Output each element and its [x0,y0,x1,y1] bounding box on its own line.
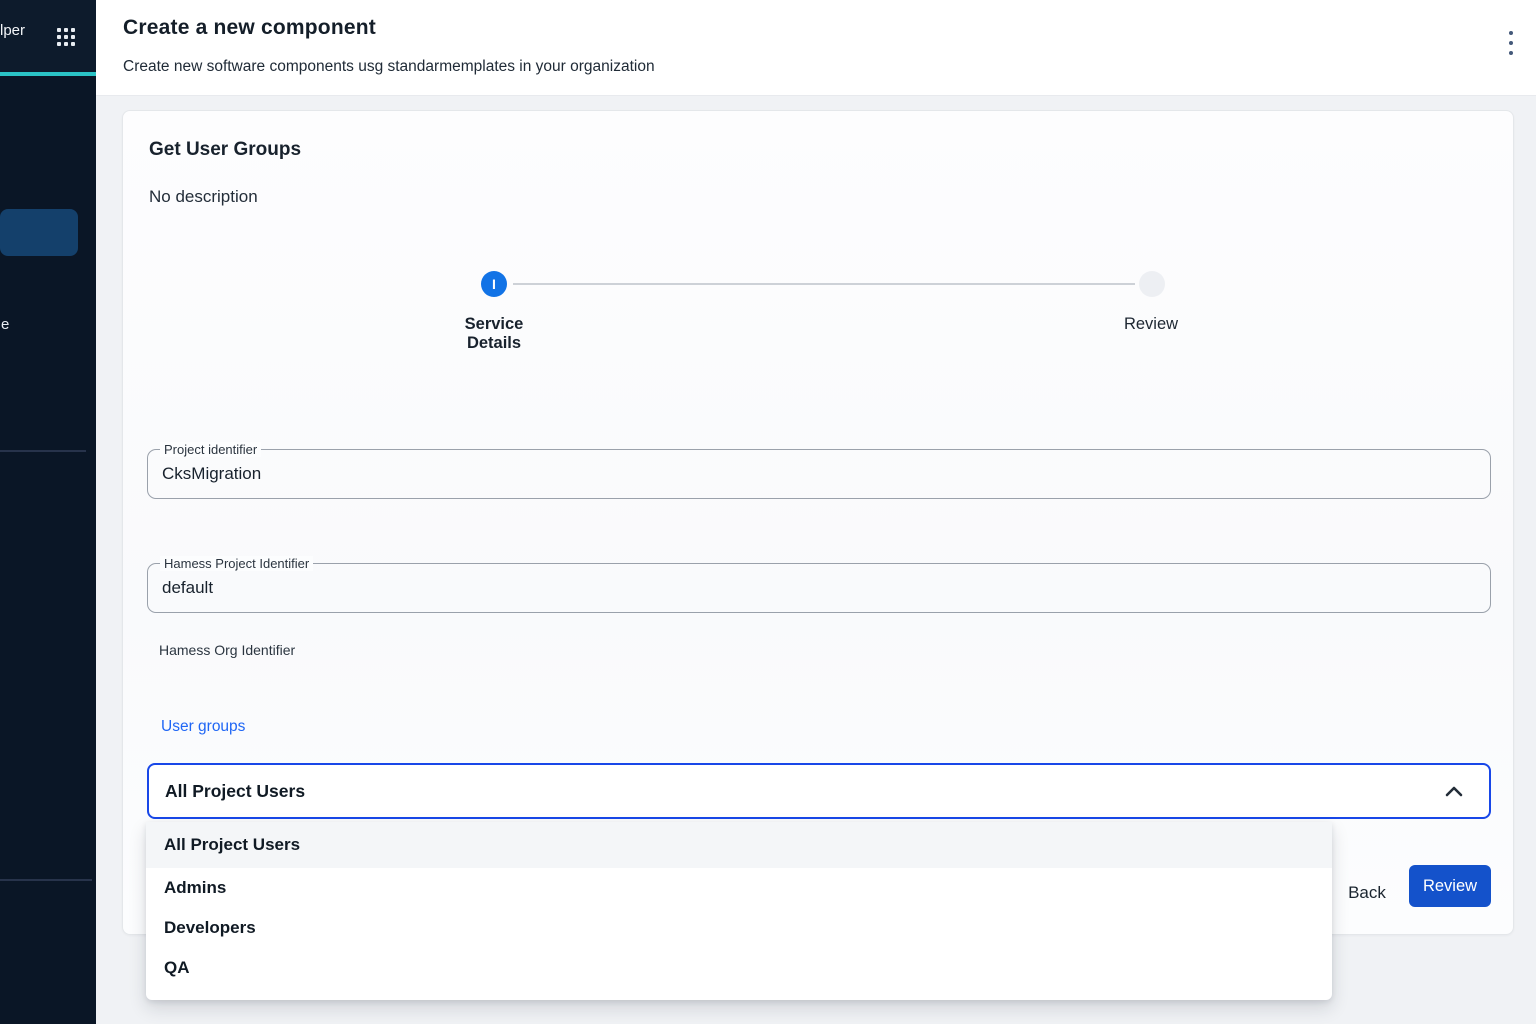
back-button[interactable]: Back [1332,873,1402,913]
user-groups-dropdown-menu: All Project Users Admins Developers QA [146,822,1332,1000]
dropdown-option-all-project-users[interactable]: All Project Users [146,822,1332,868]
sidebar-active-item[interactable] [0,209,78,256]
review-button[interactable]: Review [1409,865,1491,907]
user-groups-select[interactable]: All Project Users [147,763,1491,819]
kebab-vertical-icon[interactable] [1508,31,1514,55]
sidebar-divider [0,879,92,881]
hamess-org-identifier-label: Hamess Org Identifier [159,642,295,658]
dropdown-option-admins[interactable]: Admins [146,868,1332,908]
project-identifier-input[interactable] [162,450,1262,498]
sidebar-divider [0,450,86,452]
step-number: I [492,276,496,292]
sidebar: lper e [0,0,96,1024]
stepper-connector [513,283,1135,285]
page-title: Create a new component [123,16,376,40]
sidebar-accent-bar [0,72,96,76]
apps-grid-icon[interactable] [57,28,75,46]
user-groups-link[interactable]: User groups [161,718,245,736]
stepper-label-review: Review [1096,315,1206,334]
page-subtitle: Create new software components usg stand… [123,58,655,76]
sidebar-brand-text: lper [0,22,25,39]
project-identifier-field: Project identifier [147,449,1491,499]
stepper-step-review[interactable] [1139,271,1165,297]
card-description: No description [149,187,258,207]
card-title: Get User Groups [149,139,301,161]
dropdown-option-developers[interactable]: Developers [146,908,1332,948]
page-header: Create a new component Create new softwa… [96,0,1536,96]
user-groups-select-value: All Project Users [165,781,305,802]
dropdown-option-qa[interactable]: QA [146,948,1332,988]
hamess-project-identifier-field: Hamess Project Identifier [147,563,1491,613]
chevron-up-icon [1445,785,1463,797]
sidebar-header: lper [0,0,96,72]
create-component-card: Get User Groups No description I Service… [122,110,1514,935]
stepper-step-service-details[interactable]: I [481,271,507,297]
sidebar-item-label[interactable]: e [1,316,9,333]
stepper-label-service-details: Service Details [439,315,549,353]
hamess-project-identifier-input[interactable] [162,564,1262,612]
